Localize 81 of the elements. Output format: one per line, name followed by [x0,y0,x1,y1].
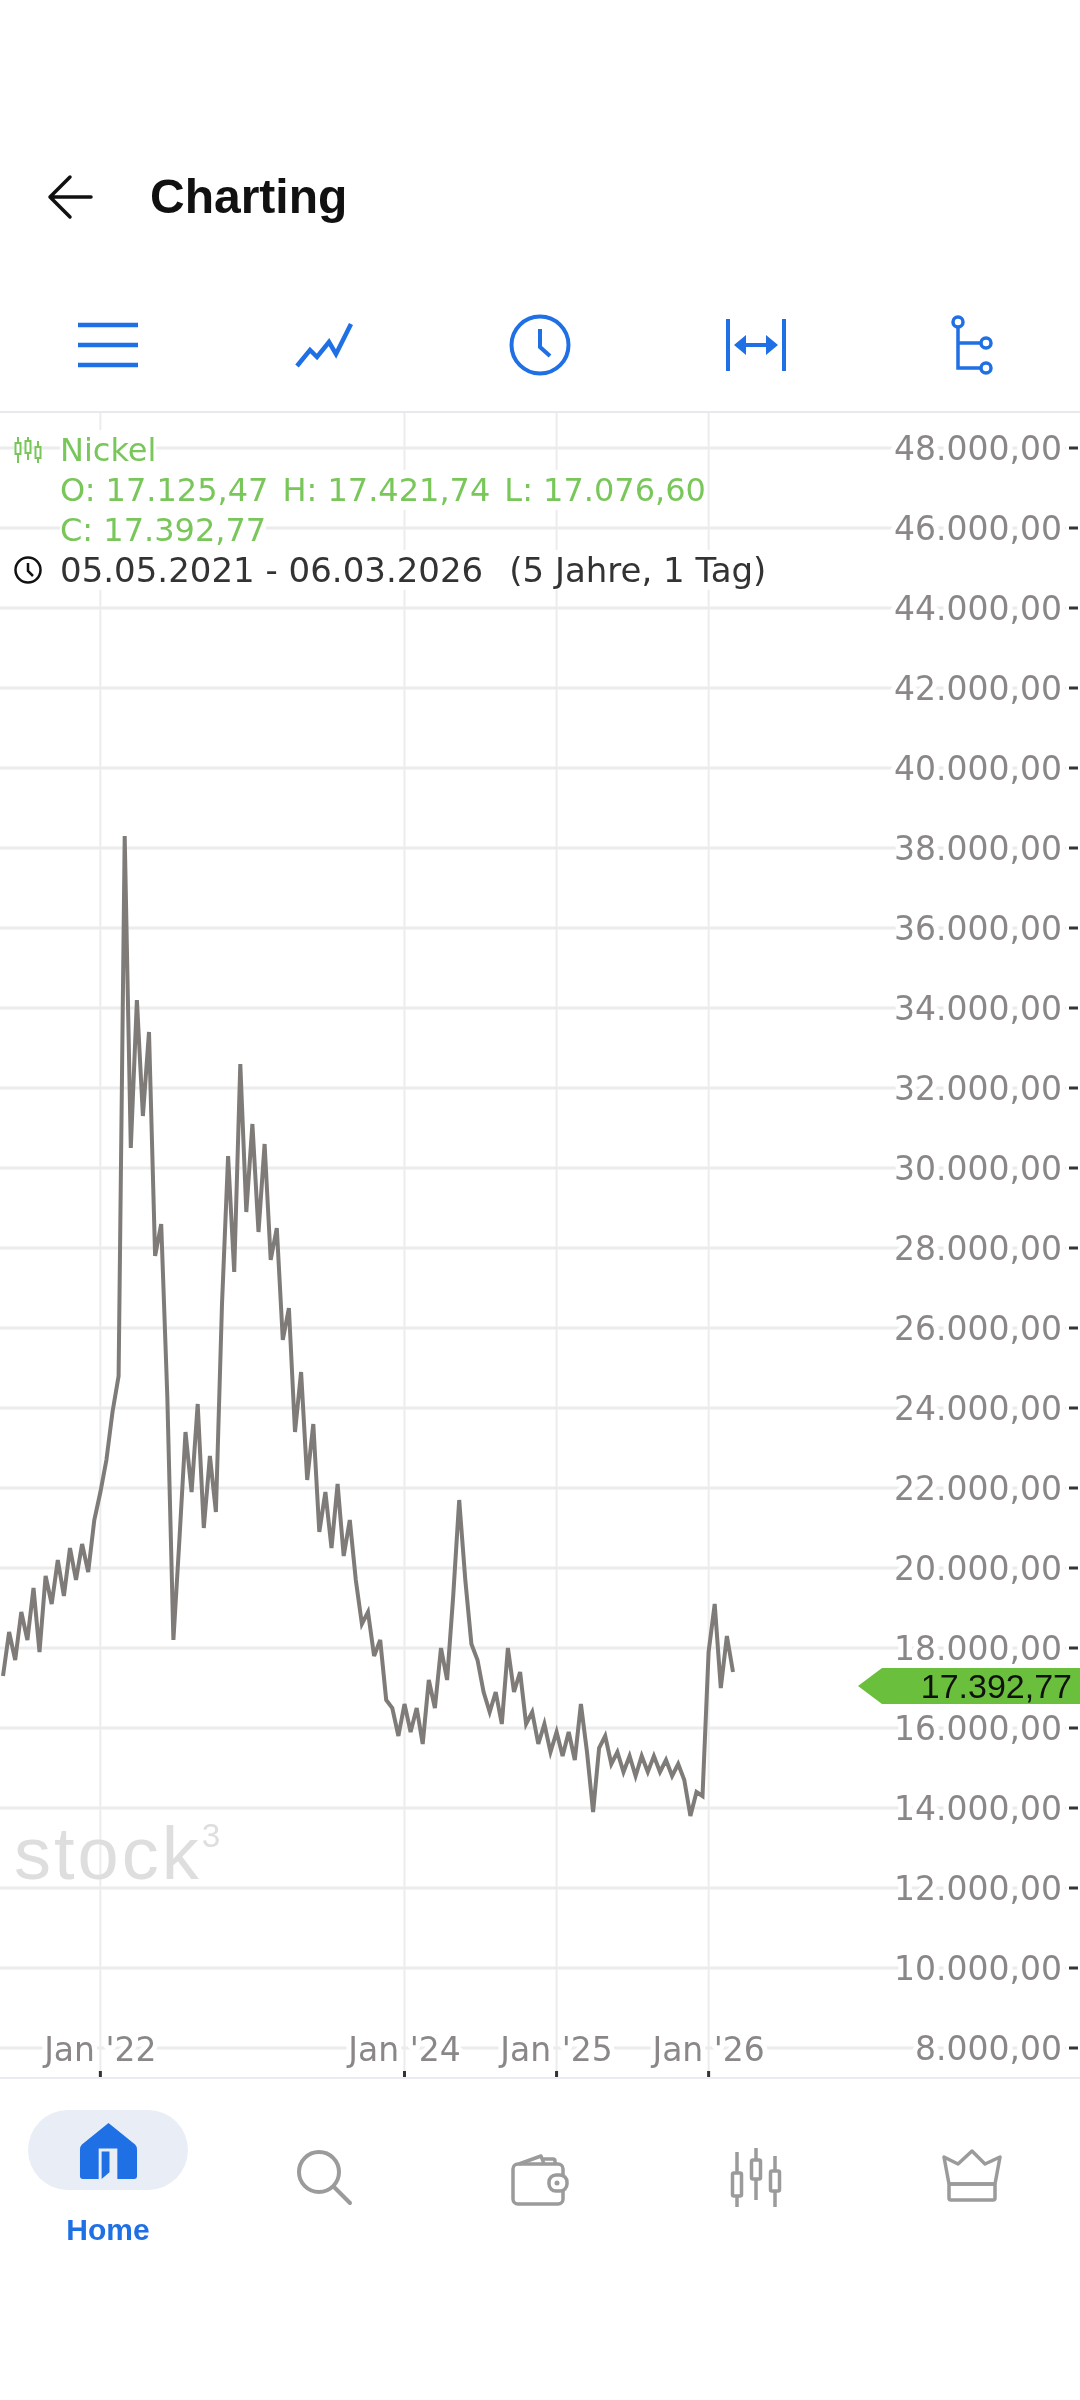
y-axis-label: 42.000,00 [894,668,1062,708]
tick-mark [1069,926,1078,930]
tick-mark [1069,1406,1078,1410]
y-axis-label: 46.000,00 [894,508,1062,548]
y-axis-label: 12.000,00 [894,1868,1062,1908]
y-axis-label: 18.000,00 [894,1628,1062,1668]
tick-mark [1069,1006,1078,1010]
back-arrow-icon [46,173,94,221]
tick-mark [1069,1326,1078,1330]
tick-mark [1069,766,1078,770]
x-axis-label: Jan '24 [348,2029,461,2069]
candlestick-icon [728,2148,784,2208]
tick-mark [1069,2046,1078,2050]
y-axis-label: 26.000,00 [894,1308,1062,1348]
tick-mark [98,2071,102,2077]
date-range: 05.05.2021 - 06.03.2026 [60,550,484,590]
nav-tab[interactable] [941,2148,1003,2202]
tick-mark [707,2071,711,2077]
x-axis-label: Jan '22 [44,2029,157,2069]
tick-mark [1069,1806,1078,1810]
home-icon [78,2120,138,2180]
tick-mark [1069,1966,1078,1970]
y-axis-label: 10.000,00 [894,1948,1062,1988]
y-axis-label: 8.000,00 [915,2028,1062,2068]
page-title: Charting [150,170,348,224]
tree-structure-icon [951,315,993,375]
nav-tab[interactable]: Home [28,2110,188,2248]
ohlc-value: O: 17.125,47 [60,470,269,510]
tick-mark [1069,1486,1078,1490]
tick-mark [555,2071,559,2077]
tick-mark [1069,1886,1078,1890]
y-axis-label: 38.000,00 [894,828,1062,868]
ohlc-value: H: 17.421,74 [282,470,491,510]
instrument-name: Nickel [60,430,157,470]
tick-mark [1069,686,1078,690]
tick-mark [1069,526,1078,530]
toolbar-button[interactable] [78,322,138,368]
ohlc-value: L: 17.076,60 [504,470,706,510]
toolbar-button[interactable] [726,319,786,371]
tick-mark [1069,1166,1078,1170]
period-label: (5 Jahre, 1 Tag) [509,550,767,590]
nav-tab[interactable] [295,2148,353,2206]
x-axis-label: Jan '26 [652,2029,765,2069]
tick-mark [1069,1726,1078,1730]
crown-icon [941,2148,1003,2202]
y-axis-label: 34.000,00 [894,988,1062,1028]
line-chart-icon [295,321,353,369]
y-axis-label: 44.000,00 [894,588,1062,628]
y-axis-label: 32.000,00 [894,1068,1062,1108]
horizontal-arrows-icon [726,319,786,371]
tick-mark [1069,606,1078,610]
nav-tab[interactable] [728,2148,784,2208]
tick-mark [403,2071,406,2077]
ohlc-value: C: 17.392,77 [60,510,267,550]
search-icon [295,2148,353,2206]
toolbar-button[interactable] [295,321,353,369]
y-axis-label: 20.000,00 [894,1548,1062,1588]
clock-icon [14,556,42,584]
y-axis-label: 24.000,00 [894,1388,1062,1428]
clock-icon [509,314,571,376]
y-axis-label: 28.000,00 [894,1228,1062,1268]
tick-mark [1069,1246,1078,1250]
menu-icon [78,322,138,368]
tick-mark [1069,446,1078,450]
x-axis-label: Jan '25 [500,2029,613,2069]
y-axis-label: 22.000,00 [894,1468,1062,1508]
y-axis-label: 40.000,00 [894,748,1062,788]
y-axis-label: 48.000,00 [894,428,1062,468]
candlestick-icon [14,437,42,463]
y-axis-label: 14.000,00 [894,1788,1062,1828]
toolbar-button[interactable] [509,314,571,376]
tick-mark [1069,1646,1078,1650]
toolbar-button[interactable] [951,315,993,375]
back-button[interactable] [46,173,94,221]
y-axis-label: 30.000,00 [894,1148,1062,1188]
tick-mark [1069,1566,1078,1570]
price-tag: 17.392,77 [858,1668,1080,1704]
tick-mark [1069,1086,1078,1090]
y-axis-label: 16.000,00 [894,1708,1062,1748]
tick-mark [1069,846,1078,850]
y-axis-label: 36.000,00 [894,908,1062,948]
